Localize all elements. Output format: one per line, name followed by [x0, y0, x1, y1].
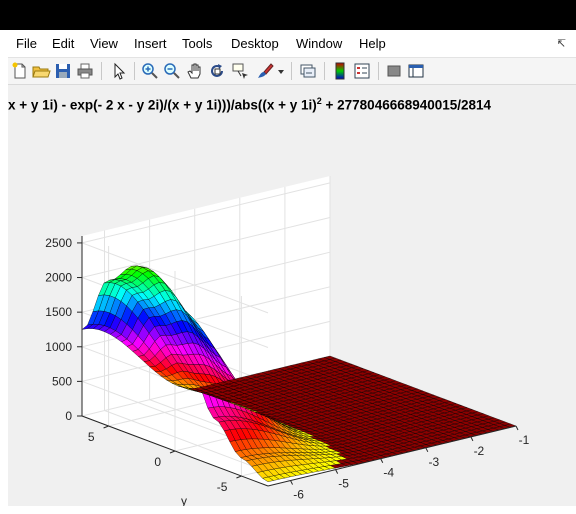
rotate-3d-icon[interactable]	[207, 61, 227, 81]
y-tick-label: 0	[154, 455, 161, 469]
link-plot-icon[interactable]	[298, 61, 318, 81]
x-axis-label: x	[366, 502, 372, 506]
menu-edit[interactable]: Edit	[52, 36, 74, 51]
z-tick-label: 0	[65, 409, 72, 423]
z-tick-label: 1500	[45, 305, 72, 319]
menu-bar: File Edit View Insert Tools Desktop Wind…	[8, 30, 576, 58]
save-icon[interactable]	[53, 61, 73, 81]
menu-view[interactable]: View	[90, 36, 118, 51]
y-tick	[236, 475, 242, 479]
x-tick-label: -1	[519, 433, 530, 447]
show-plot-tools-icon[interactable]	[406, 61, 426, 81]
x-tick-label: -3	[428, 455, 439, 469]
open-file-icon[interactable]	[31, 61, 51, 81]
brush-icon[interactable]	[255, 61, 275, 81]
x-tick	[470, 436, 474, 442]
y-tick	[103, 425, 109, 429]
menu-insert[interactable]: Insert	[134, 36, 167, 51]
figure-toolbar	[8, 58, 576, 85]
z-tick-label: 500	[52, 374, 72, 388]
new-figure-icon[interactable]	[10, 61, 30, 81]
data-cursor-icon[interactable]	[230, 61, 250, 81]
x-tick	[425, 447, 429, 453]
select-pointer-icon[interactable]	[109, 61, 129, 81]
x-tick	[515, 425, 519, 431]
surface-plot[interactable]: -6 -5 -4 -3 -2 -1 -5 0 5 0 500 1000 1500 2000 2500 x y	[8, 85, 576, 506]
z-tick-label: 1000	[45, 340, 72, 354]
menu-help[interactable]: Help	[359, 36, 386, 51]
x-tick-label: -2	[474, 444, 485, 458]
toolbar-separator	[324, 62, 325, 80]
menu-window[interactable]: Window	[296, 36, 342, 51]
z-tick-label: 2000	[45, 271, 72, 285]
menu-desktop[interactable]: Desktop	[231, 36, 279, 51]
toolbar-separator	[134, 62, 135, 80]
x-tick	[380, 458, 384, 463]
y-axis-label: y	[181, 494, 187, 506]
y-tick-label: 5	[88, 430, 95, 444]
zoom-out-icon[interactable]	[162, 61, 182, 81]
toolbar-separator	[101, 62, 102, 80]
x-tick	[335, 469, 339, 474]
pan-hand-icon[interactable]	[185, 61, 205, 81]
figure-window: File Edit View Insert Tools Desktop Wind…	[8, 30, 576, 506]
menu-tools[interactable]: Tools	[182, 36, 212, 51]
z-tick-label: 2500	[45, 236, 72, 250]
toolbar-separator	[291, 62, 292, 80]
insert-legend-icon[interactable]	[352, 61, 372, 81]
x-tick-label: -5	[338, 477, 349, 491]
y-tick	[169, 450, 176, 454]
insert-colorbar-icon[interactable]	[330, 61, 350, 81]
figure-canvas[interactable]: x + y 1i) - exp(- 2 x - y 2i)/(x + y 1i)…	[8, 85, 576, 506]
menu-file[interactable]: File	[16, 36, 37, 51]
toolbar-separator	[378, 62, 379, 80]
hide-plot-tools-icon[interactable]	[384, 61, 404, 81]
x-tick	[290, 480, 293, 485]
zoom-in-icon[interactable]	[140, 61, 160, 81]
dock-arrow-icon[interactable]: ↸	[557, 37, 566, 50]
y-tick-label: -5	[217, 480, 228, 494]
brush-dropdown-icon[interactable]	[276, 61, 286, 81]
x-tick-label: -6	[293, 488, 304, 502]
window-title-bar	[0, 0, 576, 30]
x-tick-label: -4	[383, 466, 394, 480]
print-icon[interactable]	[75, 61, 95, 81]
